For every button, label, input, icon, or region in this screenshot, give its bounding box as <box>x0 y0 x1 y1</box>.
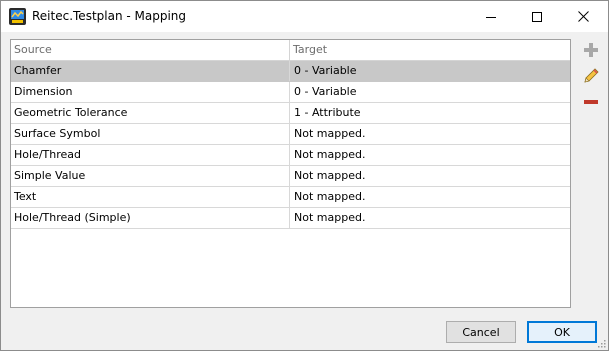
resize-grip-icon[interactable] <box>596 338 606 348</box>
target-cell[interactable]: 1 - Attribute <box>290 103 570 123</box>
target-cell[interactable]: Not mapped. <box>290 208 570 228</box>
window-title: Reitec.Testplan - Mapping <box>32 9 187 23</box>
title-bar: Reitec.Testplan - Mapping <box>1 1 608 32</box>
source-cell[interactable]: Surface Symbol <box>11 124 290 144</box>
add-mapping-button[interactable] <box>581 40 601 60</box>
edit-mapping-button[interactable] <box>581 66 601 86</box>
grid-header: Source Target <box>11 40 570 61</box>
target-cell[interactable]: Not mapped. <box>290 187 570 207</box>
column-header-target[interactable]: Target <box>290 40 570 60</box>
close-icon <box>577 11 589 22</box>
table-row[interactable]: Text Not mapped. <box>11 187 570 208</box>
target-cell[interactable]: Not mapped. <box>290 166 570 186</box>
close-button[interactable] <box>560 1 606 32</box>
table-row[interactable]: Hole/Thread (Simple) Not mapped. <box>11 208 570 229</box>
maximize-button[interactable] <box>514 1 560 32</box>
app-icon <box>9 8 26 25</box>
minus-icon <box>584 100 598 104</box>
table-row[interactable]: Chamfer 0 - Variable <box>11 61 570 82</box>
ok-button[interactable]: OK <box>527 321 597 343</box>
mapping-grid[interactable]: Source Target Chamfer 0 - Variable Dimensi… <box>10 39 571 308</box>
source-cell[interactable]: Dimension <box>11 82 290 102</box>
target-cell[interactable]: 0 - Variable <box>290 82 570 102</box>
remove-mapping-button[interactable] <box>581 92 601 112</box>
source-cell[interactable]: Hole/Thread <box>11 145 290 165</box>
mapping-dialog: Reitec.Testplan - Mapping Source Target … <box>0 0 609 351</box>
table-row[interactable]: Simple Value Not mapped. <box>11 166 570 187</box>
target-cell[interactable]: Not mapped. <box>290 124 570 144</box>
table-row[interactable]: Surface Symbol Not mapped. <box>11 124 570 145</box>
pencil-icon <box>584 68 599 83</box>
target-cell[interactable]: Not mapped. <box>290 145 570 165</box>
minimize-button[interactable] <box>468 1 514 32</box>
source-cell[interactable]: Hole/Thread (Simple) <box>11 208 290 228</box>
plus-icon <box>584 43 598 57</box>
source-cell[interactable]: Simple Value <box>11 166 290 186</box>
table-row[interactable]: Dimension 0 - Variable <box>11 82 570 103</box>
minimize-icon <box>486 16 496 18</box>
table-row[interactable]: Hole/Thread Not mapped. <box>11 145 570 166</box>
source-cell[interactable]: Chamfer <box>11 61 290 81</box>
table-row[interactable]: Geometric Tolerance 1 - Attribute <box>11 103 570 124</box>
source-cell[interactable]: Text <box>11 187 290 207</box>
target-cell[interactable]: 0 - Variable <box>290 61 570 81</box>
cancel-button[interactable]: Cancel <box>446 321 516 343</box>
column-header-source[interactable]: Source <box>11 40 290 60</box>
maximize-icon <box>532 11 542 22</box>
source-cell[interactable]: Geometric Tolerance <box>11 103 290 123</box>
